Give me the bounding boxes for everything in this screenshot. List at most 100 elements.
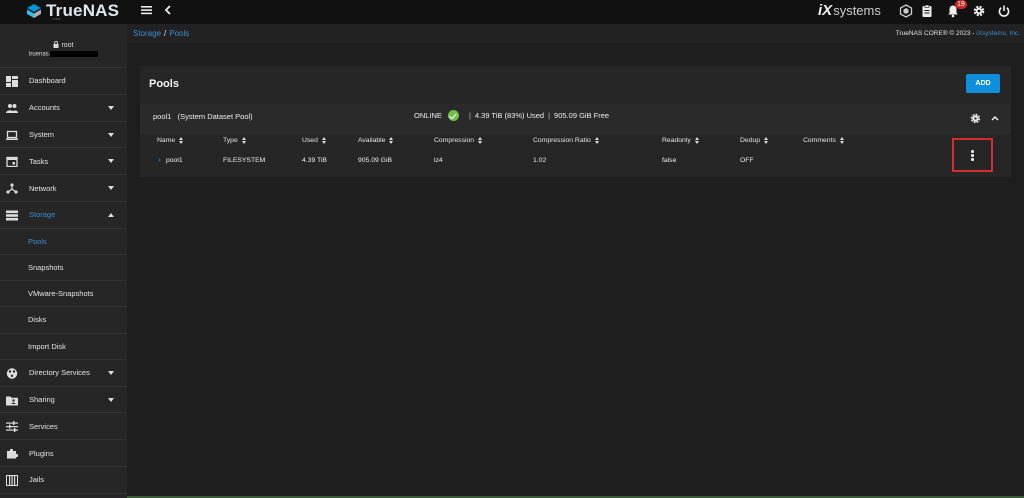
directory-icon (6, 368, 18, 379)
sort-icon (241, 137, 247, 144)
column-header-type[interactable]: Type (223, 137, 247, 144)
column-label: Compression Ratio (533, 137, 591, 144)
column-label: Available (358, 137, 386, 144)
breadcrumb-bar: Storage / Pools TrueNAS CORE® © 2023 - iXs… (127, 24, 1024, 43)
top-bar: TrueNAS CORE iX systems 19 (0, 0, 1024, 24)
sidebar-subitem-snapshots[interactable]: Snapshots (0, 255, 127, 282)
breadcrumb-storage[interactable]: Storage (133, 29, 161, 38)
sort-icon (321, 137, 327, 144)
chevron-down-icon (108, 186, 114, 191)
sidebar-item-label: Dashboard (29, 76, 66, 86)
column-label: Name (157, 137, 176, 144)
laptop-icon (6, 130, 18, 140)
pool-title: pool1 (System Dataset Pool) (153, 112, 253, 121)
more-vert-icon (971, 150, 974, 162)
truenas-logo[interactable]: TrueNAS (26, 2, 119, 19)
column-label: Dedup (740, 137, 761, 144)
notification-badge: 19 (955, 0, 967, 9)
chevron-left-icon[interactable] (164, 4, 172, 16)
hostname-line: truenas. (0, 51, 127, 58)
column-header-compression-ratio[interactable]: Compression Ratio (533, 137, 600, 144)
column-label: Compression (434, 137, 475, 144)
pool-header-row: pool1 (System Dataset Pool) ONLINE | 4.3… (140, 104, 1011, 134)
column-header-available[interactable]: Available (358, 137, 394, 144)
sidebar-subitem-pools[interactable]: Pools (0, 229, 127, 255)
hostname-redacted (50, 51, 99, 57)
sidebar-item-label: Directory Services (29, 368, 90, 378)
jail-icon (6, 474, 18, 486)
sidebar-item-services[interactable]: Services (0, 413, 127, 441)
sort-icon (764, 137, 769, 144)
cell-available: 905.09 GiB (358, 157, 393, 164)
folder-share-icon (6, 396, 18, 406)
ix-mark: iX (818, 2, 833, 19)
sidebar-item-plugins[interactable]: Plugins (0, 440, 127, 467)
pool-name: pool1 (153, 112, 172, 121)
column-header-used[interactable]: Used (302, 137, 327, 144)
column-header-readonly[interactable]: Readonly (662, 137, 700, 144)
pool-free: 905.09 GiB Free (554, 111, 610, 120)
sort-icon (389, 137, 394, 144)
pool-note: (System Dataset Pool) (177, 112, 253, 121)
power-icon[interactable] (997, 4, 1011, 18)
sidebar: root truenas. Dashboard Accounts System (0, 24, 127, 498)
lock-icon (53, 41, 59, 48)
pool-status: ONLINE | 4.39 TiB (83%) Used | 905.09 Gi… (414, 110, 610, 121)
cell-name[interactable]: pool1 (166, 157, 183, 164)
chevron-up-icon[interactable] (991, 114, 999, 122)
sidebar-item-sharing[interactable]: Sharing (0, 387, 127, 414)
sidebar-item-label: Network (29, 183, 57, 193)
sidebar-item-storage[interactable]: Storage (0, 202, 127, 229)
expand-chevron-icon[interactable]: › (158, 155, 161, 164)
sidebar-item-label: System (29, 129, 55, 139)
ixsystems-logo[interactable]: iX systems (818, 3, 881, 19)
truecommand-icon[interactable] (899, 4, 913, 18)
dashboard-icon (6, 76, 18, 87)
network-icon (6, 183, 18, 194)
pool-status-text: ONLINE (414, 111, 442, 120)
pool-settings-gear-icon[interactable] (970, 113, 981, 124)
check-circle-icon (447, 110, 459, 121)
column-header-comments[interactable]: Comments (803, 137, 845, 144)
copyright-text: TrueNAS CORE® © 2023 - (895, 30, 977, 37)
user-name-line: root (0, 24, 127, 49)
sidebar-item-accounts[interactable]: Accounts (0, 95, 127, 122)
clipboard-tasks-icon[interactable] (920, 4, 934, 18)
sidebar-item-network[interactable]: Network (0, 175, 127, 202)
column-header-name[interactable]: Name (157, 137, 184, 144)
column-header-dedup[interactable]: Dedup (740, 137, 769, 144)
column-header-compression[interactable]: Compression (434, 137, 483, 144)
sidebar-subitem-vmware-snapshots[interactable]: VMware-Snapshots (0, 281, 127, 308)
pools-card: Pools ADD pool1 (System Dataset Pool) ON… (140, 66, 1011, 177)
sidebar-item-label: Jails (29, 475, 45, 485)
page-title: Pools (149, 78, 179, 90)
breadcrumb-pools[interactable]: Pools (169, 29, 189, 38)
sidebar-item-tasks[interactable]: Tasks (0, 148, 127, 176)
gear-icon[interactable] (972, 4, 986, 18)
pool-used: 4.39 TiB (83%) Used (474, 111, 545, 120)
ixsystems-link[interactable]: iXsystems, Inc. (976, 30, 1020, 37)
storage-icon (6, 210, 18, 221)
breadcrumb-separator: / (164, 29, 167, 38)
sidebar-subitem-import-disk[interactable]: Import Disk (0, 334, 127, 360)
sidebar-item-dashboard[interactable]: Dashboard (0, 68, 127, 95)
cell-dedup: OFF (740, 157, 754, 164)
sidebar-subitem-disks[interactable]: Disks (0, 307, 127, 334)
chevron-down-icon (108, 159, 114, 164)
sidebar-item-label: Accounts (29, 103, 60, 113)
column-label: Readonly (662, 137, 691, 144)
dataset-actions-button[interactable] (952, 138, 993, 172)
breadcrumb: Storage / Pools (133, 29, 189, 38)
chevron-down-icon (108, 105, 114, 110)
sort-icon (478, 137, 483, 144)
sidebar-item-system[interactable]: System (0, 122, 127, 149)
copyright: TrueNAS CORE® © 2023 - iXsystems, Inc. (896, 30, 1020, 37)
hamburger-menu-icon[interactable] (141, 5, 152, 15)
column-label: Type (223, 137, 238, 144)
sidebar-item-directory-services[interactable]: Directory Services (0, 360, 127, 387)
sidebar-item-jails[interactable]: Jails (0, 467, 127, 494)
people-icon (6, 103, 18, 113)
add-pool-button[interactable]: ADD (966, 74, 1000, 93)
truenas-logo-icon (27, 3, 41, 18)
ix-text: systems (833, 3, 881, 18)
